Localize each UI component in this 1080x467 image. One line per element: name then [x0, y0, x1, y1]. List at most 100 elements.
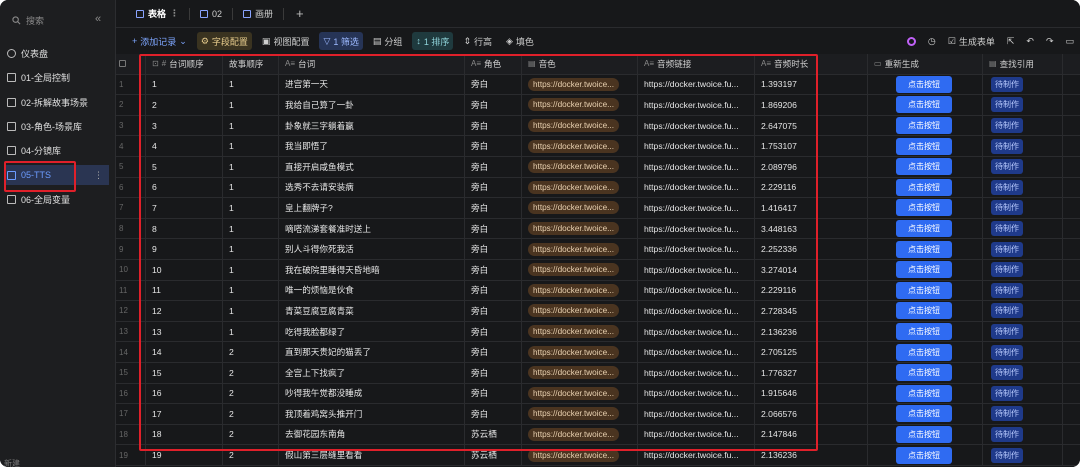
cell-duration[interactable]: 1.776327: [755, 362, 868, 383]
table-row[interactable]: 2 2 1 我给自己算了一卦 旁白 https://docker.twoice... htt…: [116, 95, 1080, 116]
cell-voice[interactable]: https://docker.twoice...: [522, 136, 638, 156]
generate-form-button[interactable]: ☑ 生成表单: [948, 35, 995, 48]
ai-icon[interactable]: [906, 36, 916, 46]
cell-lookup[interactable]: 待制作: [983, 156, 1063, 177]
cell-voice[interactable]: https://docker.twoice...: [522, 218, 638, 239]
field-config-button[interactable]: ⚙ 字段配置: [196, 32, 252, 50]
tab-table[interactable]: 表格 ⋮: [130, 3, 185, 25]
sidebar-item-05-tts[interactable]: 05-TTS ⋮: [5, 165, 109, 185]
regenerate-button[interactable]: 点击按钮: [896, 199, 952, 217]
cell-audio-link[interactable]: https://docker.twoice.fu...: [638, 424, 755, 445]
cell-line-order[interactable]: 12: [146, 301, 223, 321]
tab-more-icon[interactable]: ⋮: [170, 8, 179, 19]
cell-role[interactable]: 旁白: [465, 198, 522, 218]
sidebar-search[interactable]: 搜索: [6, 10, 84, 30]
cell-voice[interactable]: https://docker.twoice...: [522, 239, 638, 259]
cell-duration[interactable]: 2.728345: [755, 301, 868, 321]
cell-lookup[interactable]: 待制作: [983, 239, 1063, 259]
cell-audio-link[interactable]: https://docker.twoice.fu...: [638, 362, 755, 383]
cell-duration[interactable]: 1.753107: [755, 136, 868, 156]
cell-line[interactable]: 去御花园东南角: [279, 424, 465, 445]
row-number[interactable]: 2: [116, 95, 146, 115]
voice-pill[interactable]: https://docker.twoice...: [528, 366, 620, 380]
regenerate-button[interactable]: 点击按钮: [896, 75, 952, 93]
table-row[interactable]: 13 13 1 吃得我脸都绿了 旁白 https://docker.twoice... ht…: [116, 321, 1080, 343]
cell-duration[interactable]: 1.416417: [755, 198, 868, 218]
cell-line[interactable]: 我当即悟了: [279, 136, 465, 156]
cell-lookup[interactable]: 待制作: [983, 342, 1063, 362]
cell-role[interactable]: 旁白: [465, 95, 522, 115]
cell-line-order[interactable]: 18: [146, 424, 223, 445]
cell-audio-link[interactable]: https://docker.twoice.fu...: [638, 342, 755, 362]
cell-audio-link[interactable]: https://docker.twoice.fu...: [638, 218, 755, 239]
cell-story-order[interactable]: 1: [223, 321, 279, 342]
cell-audio-link[interactable]: https://docker.twoice.fu...: [638, 198, 755, 218]
cell-lookup[interactable]: 待制作: [983, 95, 1063, 115]
view-config-button[interactable]: ▣ 视图配置: [258, 32, 314, 50]
cell-voice[interactable]: https://docker.twoice...: [522, 115, 638, 136]
cell-voice[interactable]: https://docker.twoice...: [522, 321, 638, 342]
cell-line[interactable]: 全宫上下找疯了: [279, 362, 465, 383]
cell-line-order[interactable]: 8: [146, 218, 223, 239]
regenerate-button[interactable]: 点击按钮: [896, 178, 952, 196]
cell-lookup[interactable]: 待制作: [983, 424, 1063, 445]
row-number[interactable]: 15: [116, 362, 146, 383]
cell-line[interactable]: 卦象就三字躺着赢: [279, 115, 465, 136]
column-header[interactable]: A≡ 音频链接: [638, 54, 755, 74]
sidebar-footer[interactable]: 新建: [4, 458, 20, 467]
row-number[interactable]: 5: [116, 156, 146, 177]
column-header[interactable]: A≡ 角色: [465, 54, 522, 74]
cell-duration[interactable]: 3.448163: [755, 218, 868, 239]
row-number[interactable]: 9: [116, 239, 146, 259]
comment-icon[interactable]: ▭: [1065, 36, 1074, 47]
cell-duration[interactable]: 2.147846: [755, 424, 868, 445]
cell-duration[interactable]: 2.136236: [755, 445, 868, 465]
cell-story-order[interactable]: 1: [223, 259, 279, 280]
cell-line[interactable]: 嘀嗒流涕套餐准时送上: [279, 218, 465, 239]
row-number[interactable]: 11: [116, 280, 146, 301]
cell-duration[interactable]: 2.705125: [755, 342, 868, 362]
cell-line[interactable]: 我在破院里睡得天昏地暗: [279, 259, 465, 280]
regenerate-button[interactable]: 点击按钮: [896, 281, 952, 299]
cell-voice[interactable]: https://docker.twoice...: [522, 301, 638, 321]
cell-story-order[interactable]: 1: [223, 156, 279, 177]
cell-audio-link[interactable]: https://docker.twoice.fu...: [638, 445, 755, 465]
regenerate-button[interactable]: 点击按钮: [896, 137, 952, 155]
regenerate-button[interactable]: 点击按钮: [896, 302, 952, 320]
redo-icon[interactable]: ↷: [1046, 36, 1054, 47]
row-number[interactable]: 16: [116, 383, 146, 404]
row-number[interactable]: 10: [116, 259, 146, 280]
cell-lookup[interactable]: 待制作: [983, 301, 1063, 321]
voice-pill[interactable]: https://docker.twoice...: [528, 386, 620, 400]
voice-pill[interactable]: https://docker.twoice...: [528, 242, 620, 256]
sidebar-item-04[interactable]: 04-分镜库: [5, 140, 109, 160]
cell-role[interactable]: 旁白: [465, 156, 522, 177]
row-number[interactable]: 14: [116, 342, 146, 362]
cell-line-order[interactable]: 5: [146, 156, 223, 177]
cell-duration[interactable]: 2.229116: [755, 280, 868, 301]
voice-pill[interactable]: https://docker.twoice...: [528, 283, 620, 297]
table-row[interactable]: 8 8 1 嘀嗒流涕套餐准时送上 旁白 https://docker.twoice... h…: [116, 218, 1080, 240]
cell-line[interactable]: 进宫第一天: [279, 74, 465, 95]
cell-line-order[interactable]: 3: [146, 115, 223, 136]
cell-voice[interactable]: https://docker.twoice...: [522, 156, 638, 177]
cell-voice[interactable]: https://docker.twoice...: [522, 280, 638, 301]
cell-line[interactable]: 吃得我脸都绿了: [279, 321, 465, 342]
cell-audio-link[interactable]: https://docker.twoice.fu...: [638, 301, 755, 321]
double-chevron-left-icon[interactable]: «: [95, 13, 101, 25]
regenerate-button[interactable]: 点击按钮: [896, 240, 952, 258]
cell-voice[interactable]: https://docker.twoice...: [522, 259, 638, 280]
cell-duration[interactable]: 1.393197: [755, 74, 868, 95]
voice-pill[interactable]: https://docker.twoice...: [528, 160, 620, 174]
cell-audio-link[interactable]: https://docker.twoice.fu...: [638, 321, 755, 342]
cell-line[interactable]: 我顶着鸡窝头推开门: [279, 404, 465, 424]
cell-line-order[interactable]: 14: [146, 342, 223, 362]
regenerate-button[interactable]: 点击按钮: [896, 220, 952, 238]
row-height-button[interactable]: ⇕ 行高: [459, 32, 496, 50]
regenerate-button[interactable]: 点击按钮: [896, 261, 952, 279]
cell-role[interactable]: 旁白: [465, 115, 522, 136]
column-header[interactable]: A≡ 台词: [279, 54, 465, 74]
voice-pill[interactable]: https://docker.twoice...: [528, 263, 620, 277]
cell-lookup[interactable]: 待制作: [983, 259, 1063, 280]
cell-line-order[interactable]: 7: [146, 198, 223, 218]
